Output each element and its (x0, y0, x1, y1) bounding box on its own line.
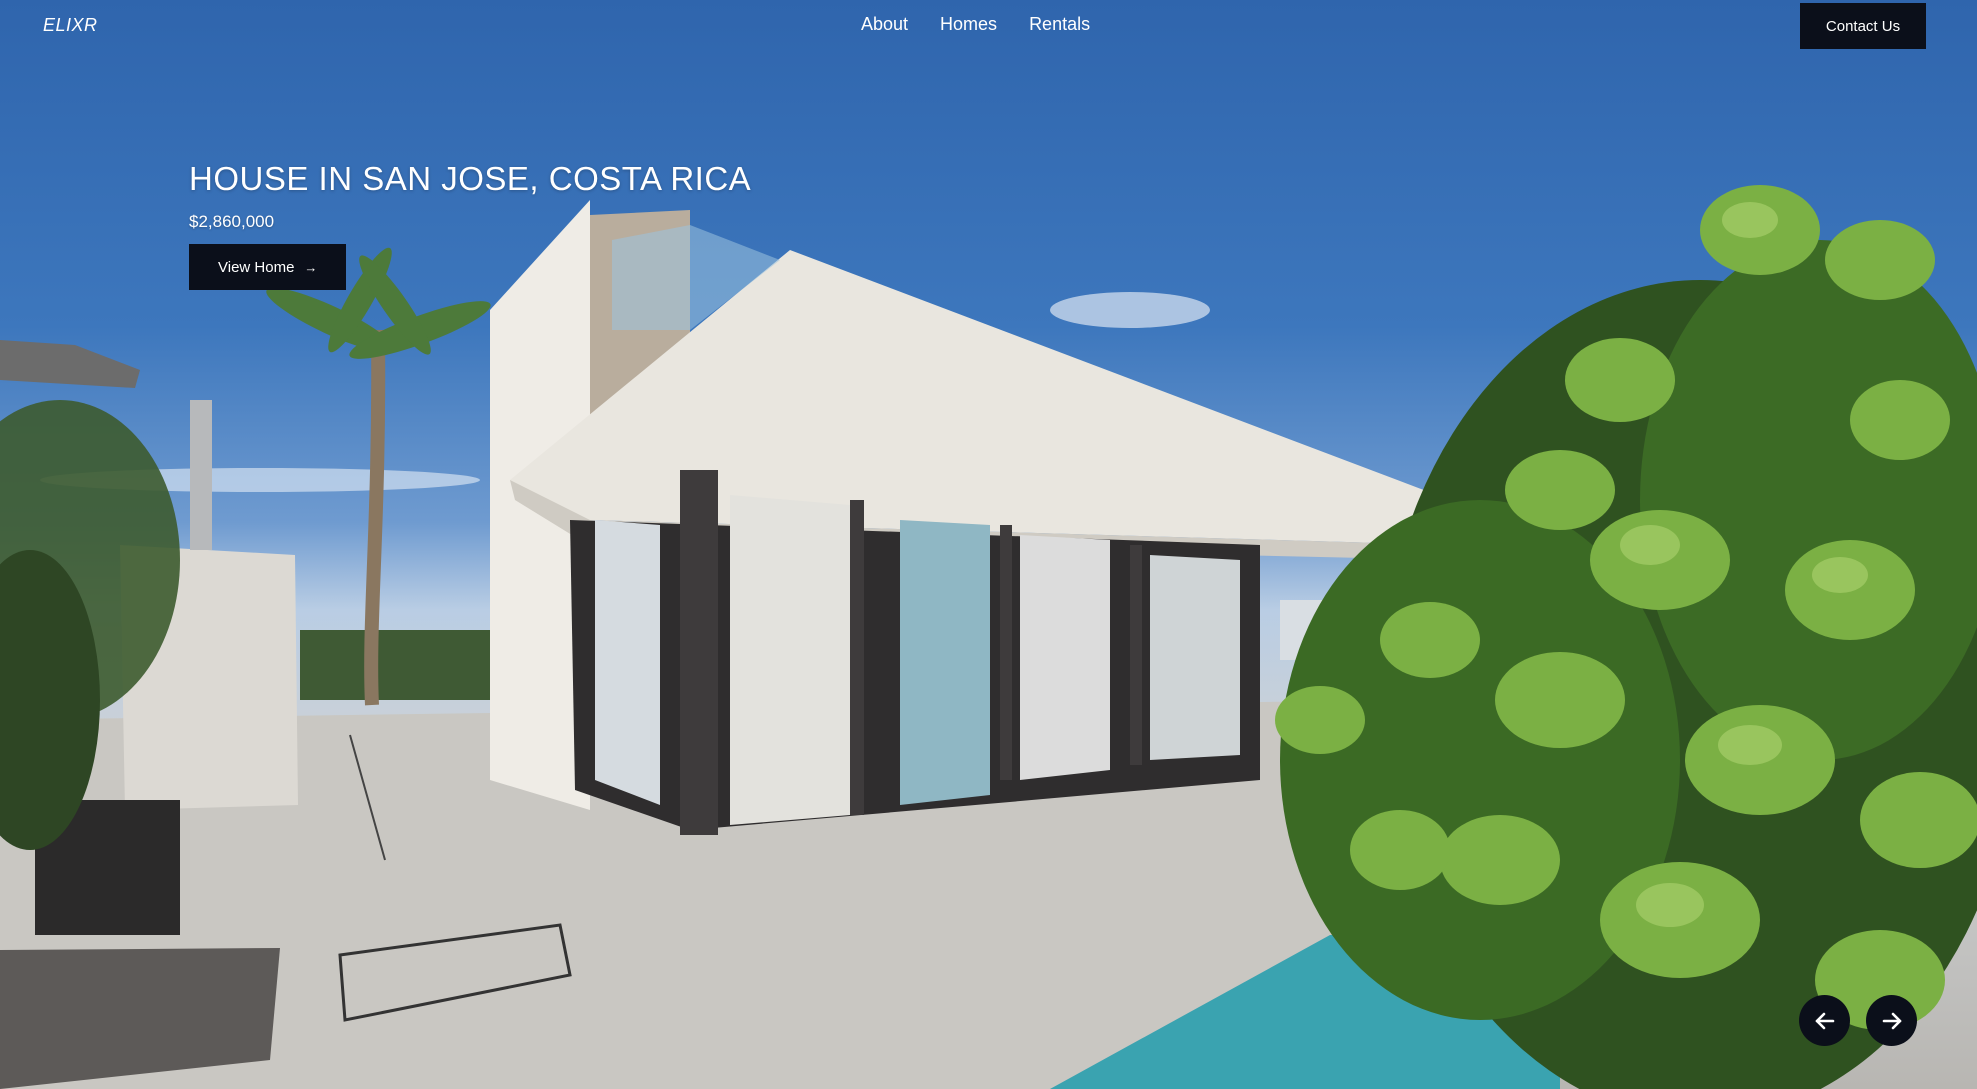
arrow-right-icon (1882, 1012, 1901, 1029)
carousel-prev-button[interactable] (1799, 995, 1850, 1046)
hero-title: HOUSE IN SAN JOSE, COSTA RICA (189, 160, 752, 197)
hero-section: ELIXR About Homes Rentals Contact Us HOU… (0, 0, 1977, 1089)
nav-link-about[interactable]: About (861, 14, 908, 35)
hero-text-block: HOUSE IN SAN JOSE, COSTA RICA $2,860,000… (189, 160, 751, 290)
nav-link-rentals[interactable]: Rentals (1029, 14, 1090, 35)
brand-logo[interactable]: ELIXR (43, 15, 98, 36)
view-home-button[interactable]: View Home → (189, 244, 347, 290)
hero-price: $2,860,000 (189, 212, 275, 231)
arrow-right-icon: → (304, 259, 318, 275)
nav-link-homes[interactable]: Homes (940, 14, 997, 35)
main-nav: About Homes Rentals (861, 14, 1090, 35)
arrow-left-icon (1815, 1012, 1834, 1029)
contact-us-button[interactable]: Contact Us (1800, 3, 1926, 49)
carousel-next-button[interactable] (1866, 995, 1917, 1046)
view-home-label: View Home (218, 258, 295, 276)
